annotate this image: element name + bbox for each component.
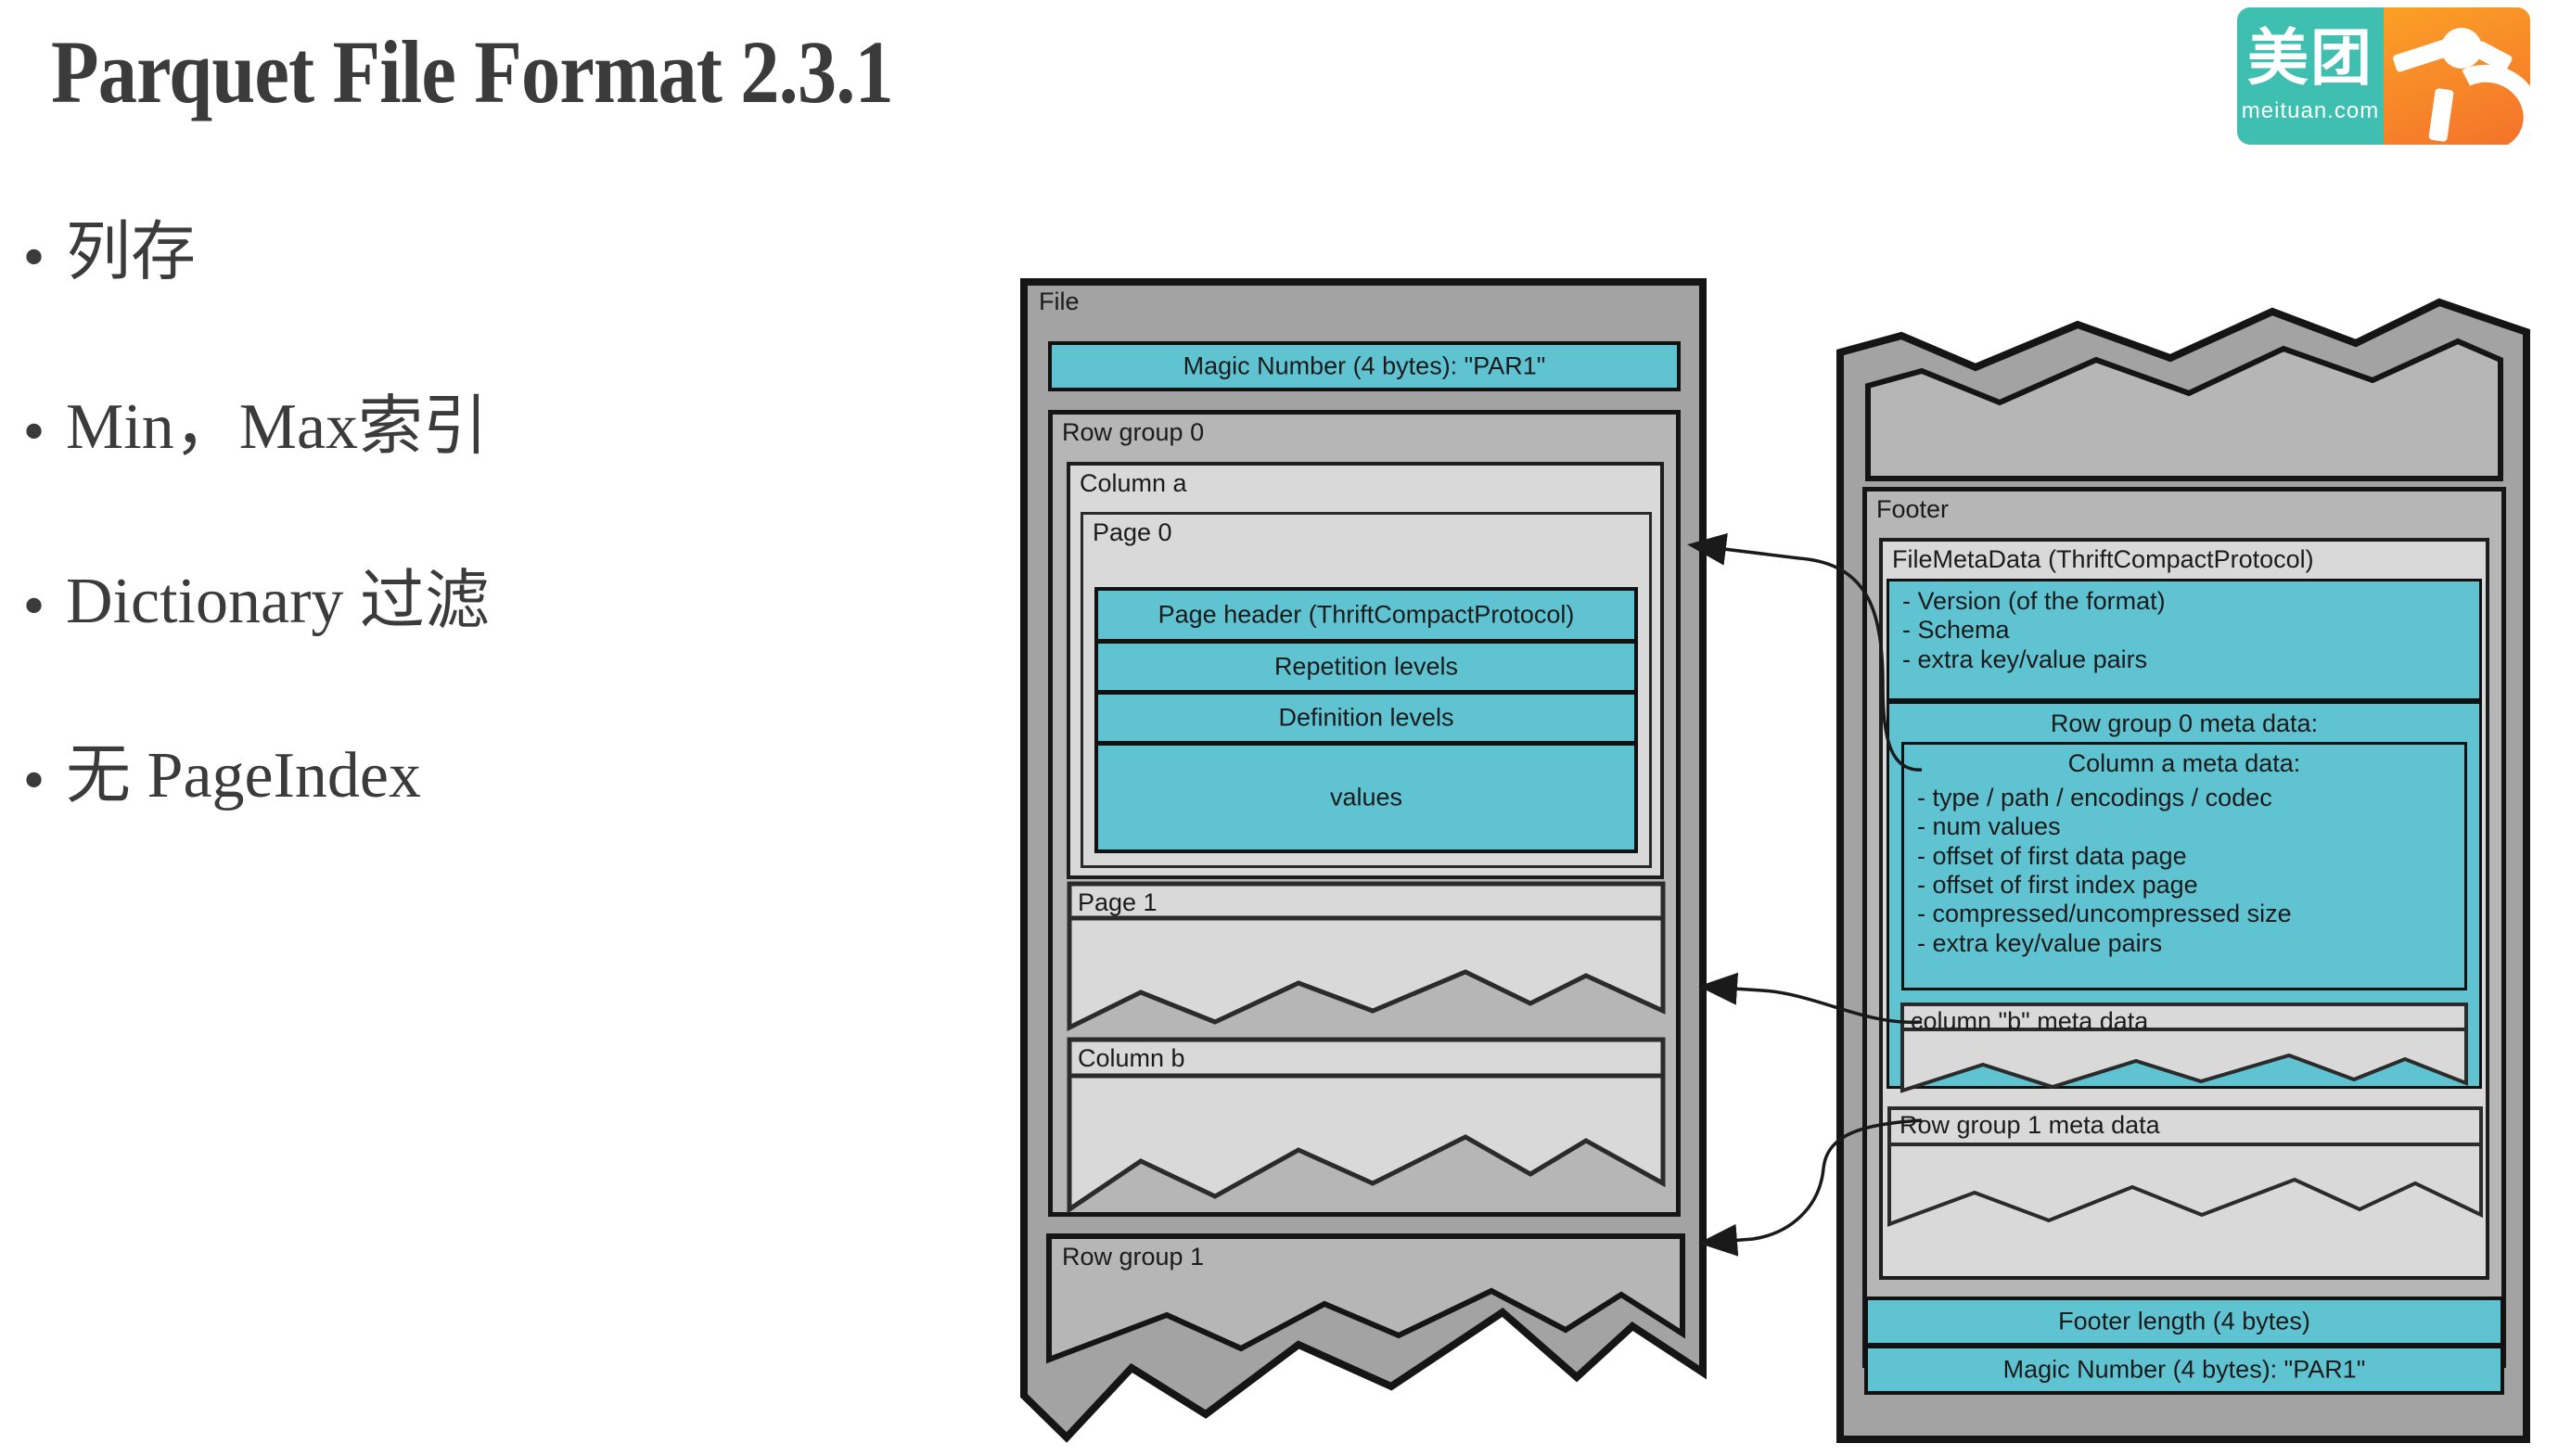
bullet-list: • 列存 • Min，Max索引 • Dictionary 过滤 • 无 Pag… — [19, 221, 983, 918]
footer-top-fragment-shape — [1865, 338, 2503, 481]
column-a-meta-item: - compressed/uncompressed size — [1917, 900, 2292, 928]
values-box: values — [1094, 742, 1638, 853]
column-b-label: Column b — [1078, 1044, 1185, 1072]
column-a-label: Column a — [1080, 469, 1187, 497]
bullet-marker: • — [19, 752, 50, 812]
footer-label: Footer — [1876, 495, 1950, 523]
footer-magic-number-label: Magic Number (4 bytes): "PAR1" — [2002, 1355, 2366, 1384]
row-group-0-meta-label: Row group 0 meta data: — [2050, 709, 2319, 737]
column-a-meta-items: - type / path / encodings / codec - num … — [1917, 784, 2457, 958]
row-group-0-box: Row group 0 — [1048, 410, 1681, 1217]
page-header-label: Page header (ThriftCompactProtocol) — [1158, 600, 1575, 629]
file-panel-label: File — [1039, 287, 1080, 315]
column-a-meta-item: - offset of first data page — [1917, 841, 2187, 870]
footer-magic-number-box: Magic Number (4 bytes): "PAR1" — [1864, 1345, 2504, 1395]
page-header-box: Page header (ThriftCompactProtocol) — [1094, 587, 1638, 643]
bullet-label: Min，Max索引 — [66, 391, 489, 463]
file-magic-number-box: Magic Number (4 bytes): "PAR1" — [1048, 341, 1681, 391]
list-item: • 列存 — [19, 221, 983, 395]
row-group-1-meta-torn-shape — [1887, 1106, 2483, 1227]
bullet-marker: • — [19, 578, 50, 638]
column-a-meta-label: Column a meta data: — [2067, 749, 2301, 777]
page-1-label: Page 1 — [1078, 888, 1158, 916]
file-meta-items-list: - Version (of the format) - Schema - ext… — [1902, 587, 2472, 674]
row-group-1-torn-shape — [1046, 1233, 1685, 1364]
page-0-box: Page 0 — [1081, 512, 1652, 868]
column-a-meta-item: - extra key/value pairs — [1917, 928, 2163, 957]
file-meta-data-label: FileMetaData (ThriftCompactProtocol) — [1892, 545, 2314, 573]
column-a-meta-box: Column a meta data: - type / path / enco… — [1901, 742, 2467, 990]
list-item: • Dictionary 过滤 — [19, 569, 983, 744]
logo-url-text: meituan.com — [2241, 98, 2380, 123]
column-b-meta-label: column "b" meta data — [1911, 1007, 2149, 1035]
footer-length-box: Footer length (4 bytes) — [1864, 1296, 2504, 1347]
file-meta-data-box: FileMetaData (ThriftCompactProtocol) — [1879, 538, 2489, 1280]
row-group-1-meta-label: Row group 1 meta data — [1899, 1111, 2160, 1139]
page-0-label: Page 0 — [1093, 518, 1172, 546]
page-title: Parquet File Format 2.3.1 — [51, 22, 894, 121]
connector-lines — [1687, 532, 1923, 1257]
repetition-levels-box: Repetition levels — [1094, 640, 1638, 694]
row-group-1-connector-path — [1698, 1118, 1923, 1257]
file-magic-number-label: Magic Number (4 bytes): "PAR1" — [1183, 351, 1546, 380]
footer-box: Footer — [1862, 487, 2506, 1368]
bullet-marker: • — [19, 229, 50, 289]
file-meta-item: - Schema — [1902, 616, 2010, 645]
column-a-meta-item: - num values — [1917, 812, 2061, 841]
file-meta-item: - Version (of the format) — [1902, 587, 2166, 615]
file-meta-items-box: - Version (of the format) - Schema - ext… — [1887, 579, 2482, 701]
page-header-connector-path — [1687, 532, 1923, 772]
repetition-levels-label: Repetition levels — [1273, 652, 1459, 681]
bullet-label: 列存 — [66, 217, 197, 288]
logo-orange-half — [2384, 7, 2530, 145]
definition-levels-box: Definition levels — [1094, 691, 1638, 745]
column-a-box: Column a — [1067, 462, 1664, 879]
row-group-1-label: Row group 1 — [1062, 1243, 1205, 1271]
bullet-label: 无 PageIndex — [66, 740, 421, 811]
footer-panel-torn-shape — [1836, 298, 2530, 1443]
column-b-connector-path — [1698, 972, 1923, 1025]
logo-chinese-text: 美团 — [2247, 22, 2373, 94]
column-a-meta-item: - offset of first index page — [1917, 870, 2198, 899]
row-group-0-label: Row group 0 — [1062, 418, 1205, 446]
bullet-marker: • — [19, 403, 50, 464]
bullet-label: Dictionary 过滤 — [66, 566, 490, 637]
logo-teal-half: 美团 meituan.com — [2237, 7, 2384, 145]
row-group-0-meta-box: Row group 0 meta data: — [1887, 701, 2482, 1089]
definition-levels-label: Definition levels — [1278, 703, 1454, 732]
page-1-torn-shape — [1067, 881, 1666, 1032]
footer-length-label: Footer length (4 bytes) — [2058, 1307, 2310, 1335]
file-meta-item: - extra key/value pairs — [1902, 645, 2148, 673]
meituan-logo: 美团 meituan.com — [2237, 7, 2530, 145]
values-label: values — [1329, 783, 1403, 811]
column-b-torn-shape — [1067, 1037, 1666, 1214]
column-b-meta-torn-shape — [1900, 1003, 2468, 1093]
file-panel-torn-shape — [1020, 278, 1707, 1443]
list-item: • Min，Max索引 — [19, 395, 983, 569]
column-a-meta-item: - type / path / encodings / codec — [1917, 784, 2272, 811]
list-item: • 无 PageIndex — [19, 744, 983, 918]
